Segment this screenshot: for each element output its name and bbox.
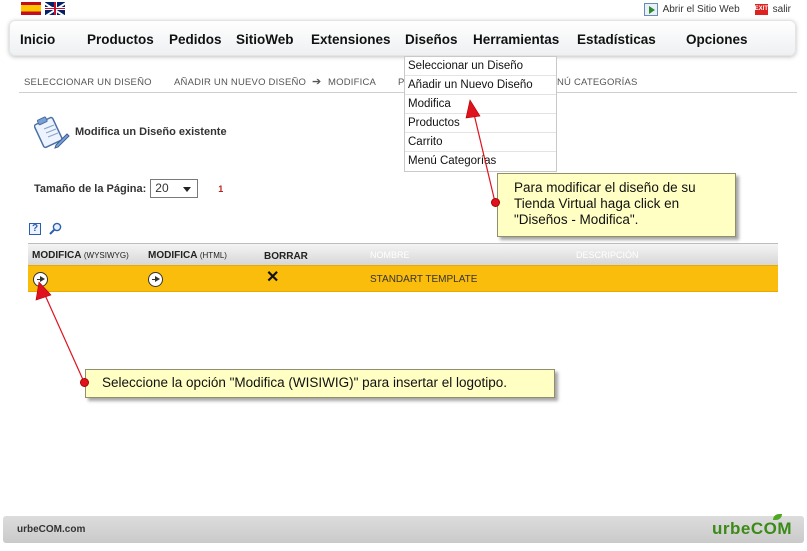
col-name[interactable]: NOMBRE xyxy=(370,250,410,260)
table-header: MODIFICA (WYSIWYG) MODIFICA (HTML) BORRA… xyxy=(28,243,778,265)
menu-item-extensiones[interactable]: Extensiones xyxy=(311,32,391,47)
table-row: ✕ STANDART TEMPLATE xyxy=(28,265,778,292)
menu-item-disenos[interactable]: Diseños xyxy=(405,32,458,47)
dropdown-item-products[interactable]: Productos xyxy=(405,114,556,133)
modify-wysiwyg-arrow-icon[interactable] xyxy=(33,272,48,287)
help-icon[interactable]: ? xyxy=(29,222,41,235)
subnav-modify[interactable]: MODIFICA xyxy=(328,77,376,88)
menu-item-inicio[interactable]: Inicio xyxy=(20,32,55,47)
dropdown-item-add-design[interactable]: Añadir un Nuevo Diseño xyxy=(405,76,556,95)
delete-icon[interactable]: ✕ xyxy=(266,270,279,286)
page-size-control: Tamaño de la Página: 20 1 xyxy=(34,179,223,198)
spanish-flag-icon[interactable] xyxy=(21,2,41,15)
dropdown-item-select-design[interactable]: Seleccionar un Diseño xyxy=(405,57,556,76)
menu-item-opciones[interactable]: Opciones xyxy=(686,32,748,47)
col-modify-html: MODIFICA (HTML) xyxy=(148,250,227,261)
page-size-select[interactable]: 20 xyxy=(150,179,199,198)
table-tools: ? xyxy=(29,222,62,235)
open-site-icon[interactable] xyxy=(643,3,658,16)
callout-2-anchor-dot xyxy=(80,378,89,387)
menu-item-estadisticas[interactable]: Estadísticas xyxy=(577,32,656,47)
subnav-category-menu[interactable]: Nú CATEGORíAS xyxy=(557,77,638,88)
subnav-arrow-icon: ➔ xyxy=(312,76,322,88)
page-size-label: Tamaño de la Página: xyxy=(34,182,147,195)
clipboard-edit-icon xyxy=(33,115,70,149)
menu-item-pedidos[interactable]: Pedidos xyxy=(169,32,222,47)
menu-item-productos[interactable]: Productos xyxy=(87,32,154,47)
modify-html-arrow-icon[interactable] xyxy=(148,272,163,287)
page-heading: Modifica un Diseño existente xyxy=(33,115,227,149)
top-links: Abrir el Sitio Web EXIT salir xyxy=(643,3,791,16)
callout-menu-hint: Para modificar el diseño de su Tienda Vi… xyxy=(497,173,736,237)
open-site-link[interactable]: Abrir el Sitio Web xyxy=(663,4,740,15)
col-delete: BORRAR xyxy=(264,251,308,262)
callout-row-hint: Seleccione la opción "Modifica (WISIWIG)… xyxy=(85,369,555,398)
menu-item-sitioweb[interactable]: SitioWeb xyxy=(236,32,294,47)
search-icon[interactable] xyxy=(49,222,62,235)
language-flags xyxy=(21,2,65,15)
callout-1-anchor-dot xyxy=(491,198,500,207)
exit-link[interactable]: salir xyxy=(773,4,791,15)
col-description[interactable]: DESCRIPCIÓN xyxy=(576,250,639,260)
footer-site-name: urbeCOM.com xyxy=(17,524,86,535)
page-number-link[interactable]: 1 xyxy=(218,184,223,194)
subnav-select-design[interactable]: SELECCIONAR UN DISEÑO xyxy=(24,77,152,88)
english-flag-icon[interactable] xyxy=(45,2,65,15)
exit-icon[interactable]: EXIT xyxy=(754,4,768,15)
main-menu-bar: Inicio Productos Pedidos SitioWeb Extens… xyxy=(9,20,796,56)
col-modify-wysiwyg: MODIFICA (WYSIWYG) xyxy=(32,250,129,261)
dropdown-item-category-menu[interactable]: Menú Categorías xyxy=(405,152,556,171)
footer: urbeCOM.com urbeCOM xyxy=(3,514,804,543)
designs-table: MODIFICA (WYSIWYG) MODIFICA (HTML) BORRA… xyxy=(28,243,778,292)
disenos-dropdown: Seleccionar un Diseño Añadir un Nuevo Di… xyxy=(404,56,557,172)
dropdown-item-modify[interactable]: Modifica xyxy=(405,95,556,114)
subnav-add-design[interactable]: AñADIR UN NUEVO DISEÑO xyxy=(174,77,306,88)
page-title: Modifica un Diseño existente xyxy=(75,126,227,138)
dropdown-item-cart[interactable]: Carrito xyxy=(405,133,556,152)
row-template-name: STANDART TEMPLATE xyxy=(370,274,478,285)
urbecom-logo: urbeCOM xyxy=(712,514,792,539)
menu-item-herramientas[interactable]: Herramientas xyxy=(473,32,559,47)
